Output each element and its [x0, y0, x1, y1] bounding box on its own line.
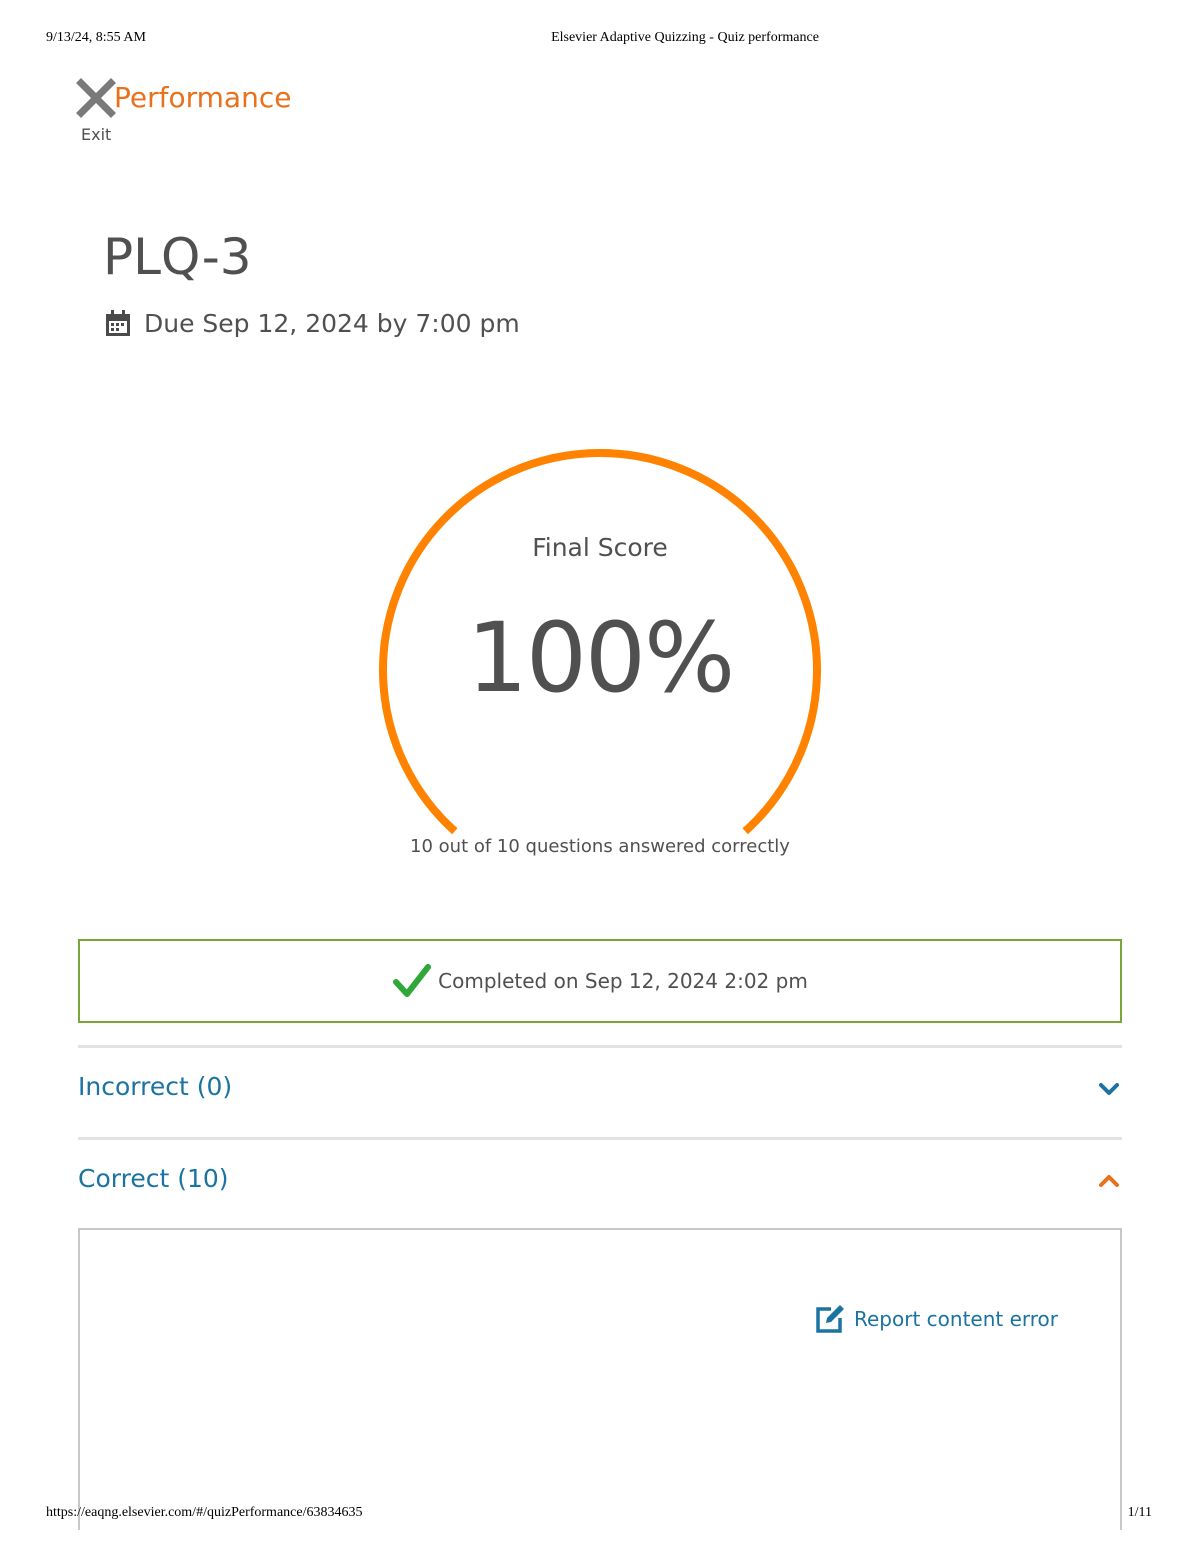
exit-label: Exit: [81, 125, 112, 144]
calendar-icon: [106, 310, 130, 336]
check-icon: [393, 964, 432, 997]
completed-text: Completed on Sep 12, 2024 2:02 pm: [438, 969, 808, 993]
edit-icon: [816, 1305, 844, 1333]
correct-section-label: Correct (10): [78, 1164, 229, 1193]
final-score-value: 100%: [466, 602, 735, 714]
quiz-title: PLQ-3: [103, 228, 252, 286]
print-page-title: Elsevier Adaptive Quizzing - Quiz perfor…: [551, 30, 819, 45]
incorrect-section-label: Incorrect (0): [78, 1072, 233, 1101]
print-url: https://eaqng.elsevier.com/#/quizPerform…: [46, 1505, 363, 1520]
print-header: 9/13/24, 8:55 AM Elsevier Adaptive Quizz…: [0, 30, 1200, 50]
due-text: Due Sep 12, 2024 by 7:00 pm: [144, 308, 520, 338]
incorrect-section-toggle[interactable]: Incorrect (0): [78, 1064, 1122, 1114]
report-content-error-button[interactable]: Report content error: [814, 1302, 1058, 1336]
score-gauge: Final Score 100% 10 out of 10 questions …: [370, 440, 830, 880]
chevron-up-icon: [1099, 1175, 1119, 1187]
final-score-label: Final Score: [532, 533, 668, 562]
divider: [78, 1045, 1122, 1048]
chevron-down-icon: [1099, 1083, 1119, 1095]
close-icon: [76, 78, 116, 118]
report-content-error-label: Report content error: [854, 1307, 1059, 1331]
print-footer: https://eaqng.elsevier.com/#/quizPerform…: [0, 1505, 1200, 1525]
completed-banner: Completed on Sep 12, 2024 2:02 pm: [78, 939, 1122, 1023]
divider: [78, 1137, 1122, 1140]
due-date: Due Sep 12, 2024 by 7:00 pm: [104, 305, 520, 341]
score-summary: 10 out of 10 questions answered correctl…: [410, 836, 790, 857]
correct-section-toggle[interactable]: Correct (10): [78, 1156, 1122, 1206]
print-page-number: 1/11: [1127, 1505, 1152, 1520]
question-panel: Report content error: [78, 1228, 1122, 1530]
page-title: Performance: [114, 81, 292, 114]
